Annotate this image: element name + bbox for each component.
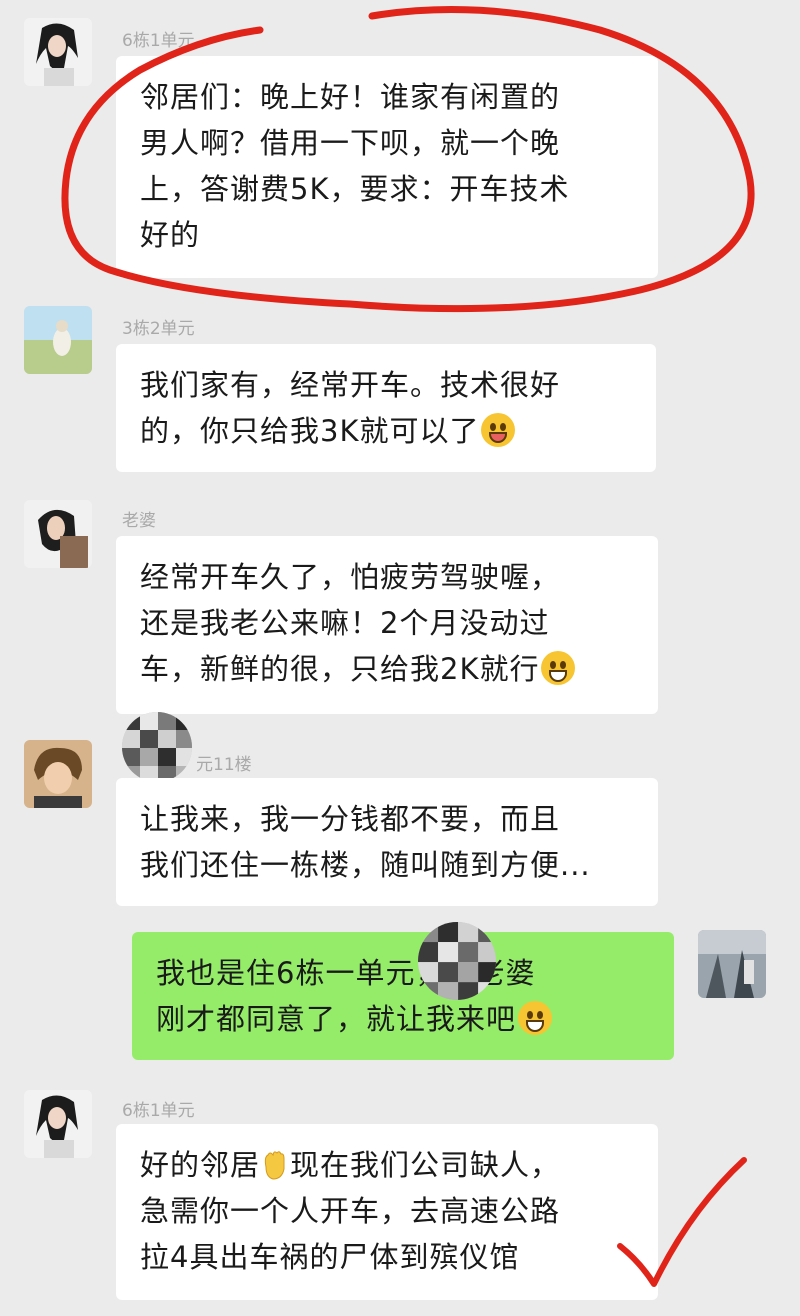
sender-name: 6栋1单元 bbox=[122, 1101, 195, 1121]
mosaic-blur-icon bbox=[418, 922, 496, 1000]
avatar[interactable] bbox=[24, 18, 92, 86]
sender-name: 老婆 bbox=[122, 511, 156, 531]
message-line: 男人啊？借用一下呗，就一个晚 bbox=[140, 126, 561, 160]
sender-name: 3栋2单元 bbox=[122, 319, 195, 339]
avatar[interactable] bbox=[24, 500, 92, 568]
sender-name: 元11楼 bbox=[196, 755, 252, 775]
wave-hand-emoji-icon bbox=[260, 1147, 290, 1181]
message-line: 我们还住一栋楼，随叫随到方便... bbox=[140, 848, 591, 882]
message-line: 拉4具出车祸的尸体到殡仪馆 bbox=[140, 1240, 520, 1274]
grin-emoji-icon bbox=[518, 1001, 553, 1035]
mosaic-blur-icon bbox=[122, 712, 192, 782]
message-line: 我们家有，经常开车。技术很好 bbox=[140, 368, 561, 402]
grin-emoji-icon bbox=[541, 651, 576, 685]
message-line: 急需你一个人开车，去高速公路 bbox=[140, 1194, 561, 1228]
message-line: 现在我们公司缺人， bbox=[290, 1148, 561, 1182]
avatar[interactable] bbox=[24, 740, 92, 808]
message-bubble[interactable]: 我们家有，经常开车。技术很好 的，你只给我3K就可以了 bbox=[116, 344, 656, 472]
message-line: 的，你只给我3K就可以了 bbox=[140, 414, 480, 448]
message-bubble[interactable]: 好的邻居 现在我们公司缺人， 急需你一个人开车，去高速公路 拉4具出车祸的尸体到殡… bbox=[116, 1124, 658, 1300]
message-bubble[interactable]: 让我来，我一分钱都不要，而且 我们还住一栋楼，随叫随到方便... bbox=[116, 778, 658, 906]
avatar[interactable] bbox=[24, 1090, 92, 1158]
message-bubble-outgoing[interactable]: 我也是住6栋一单元，我老婆 刚才都同意了，就让我来吧 bbox=[132, 932, 674, 1060]
message-line: 刚才都同意了，就让我来吧 bbox=[156, 1002, 517, 1036]
message-line: 车，新鲜的很，只给我2K就行 bbox=[140, 652, 540, 686]
message-line: 让我来，我一分钱都不要，而且 bbox=[140, 802, 561, 836]
message-line: 邻居们：晚上好！谁家有闲置的 bbox=[140, 80, 561, 114]
message-line: 还是我老公来嘛！2个月没动过 bbox=[140, 606, 550, 640]
message-line: 好的 bbox=[140, 218, 201, 252]
sender-name: 6栋1单元 bbox=[122, 31, 195, 51]
avatar[interactable] bbox=[24, 306, 92, 374]
message-line: 我也是住6栋一单元，我老婆 bbox=[156, 956, 536, 990]
message-bubble[interactable]: 经常开车久了，怕疲劳驾驶喔， 还是我老公来嘛！2个月没动过 车，新鲜的很，只给我… bbox=[116, 536, 658, 714]
message-line: 经常开车久了，怕疲劳驾驶喔， bbox=[140, 560, 561, 594]
tongue-out-emoji-icon bbox=[481, 413, 516, 447]
message-line: 好的邻居 bbox=[140, 1148, 261, 1182]
message-bubble[interactable]: 邻居们：晚上好！谁家有闲置的 男人啊？借用一下呗，就一个晚 上，答谢费5K，要求… bbox=[116, 56, 658, 278]
message-line: 上，答谢费5K，要求：开车技术 bbox=[140, 172, 570, 206]
avatar[interactable] bbox=[698, 930, 766, 998]
